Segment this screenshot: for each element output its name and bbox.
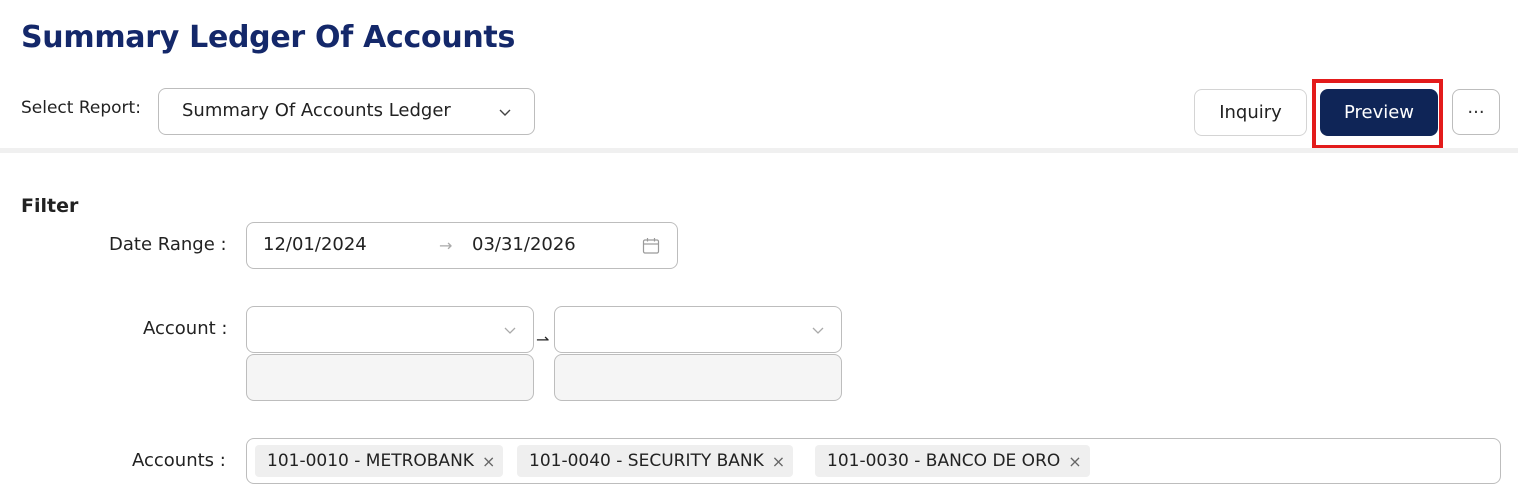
accounts-label: Accounts : xyxy=(132,450,226,471)
account-to-select[interactable] xyxy=(554,306,842,353)
chevron-down-icon xyxy=(504,327,516,334)
account-tag-label: 101-0030 - BANCO DE ORO xyxy=(827,451,1061,471)
accounts-multiselect[interactable]: 101-0010 - METROBANK × 101-0040 - SECURI… xyxy=(246,438,1501,484)
account-tag: 101-0040 - SECURITY BANK × xyxy=(517,445,794,477)
account-label: Account : xyxy=(143,318,228,339)
account-tag: 101-0030 - BANCO DE ORO × xyxy=(815,445,1090,477)
page-title: Summary Ledger Of Accounts xyxy=(21,20,516,55)
chevron-down-icon xyxy=(499,109,511,116)
select-report-label: Select Report: xyxy=(21,98,141,118)
close-icon[interactable]: × xyxy=(772,452,785,471)
filter-heading: Filter xyxy=(21,195,79,217)
account-range-arrow: ⇀ xyxy=(536,330,550,349)
preview-button[interactable]: Preview xyxy=(1320,89,1438,136)
date-range-label: Date Range : xyxy=(109,234,227,255)
date-range-arrow: → xyxy=(439,236,453,255)
account-from-description xyxy=(246,354,534,401)
account-tag-label: 101-0040 - SECURITY BANK xyxy=(529,451,764,471)
date-from-input[interactable]: 12/01/2024 xyxy=(263,234,367,255)
account-to-description xyxy=(554,354,842,401)
inquiry-button[interactable]: Inquiry xyxy=(1194,89,1307,136)
date-to-input[interactable]: 03/31/2026 xyxy=(472,234,576,255)
calendar-icon[interactable] xyxy=(642,237,660,255)
account-tag-label: 101-0010 - METROBANK xyxy=(267,451,474,471)
close-icon[interactable]: × xyxy=(1068,452,1081,471)
report-select-value: Summary Of Accounts Ledger xyxy=(182,100,451,121)
date-range-picker[interactable]: 12/01/2024 → 03/31/2026 xyxy=(246,222,678,269)
chevron-down-icon xyxy=(812,327,824,334)
section-divider xyxy=(0,148,1518,153)
close-icon[interactable]: × xyxy=(482,452,495,471)
report-select[interactable]: Summary Of Accounts Ledger xyxy=(158,88,535,135)
more-options-button[interactable]: ··· xyxy=(1452,89,1500,135)
account-tag: 101-0010 - METROBANK × xyxy=(255,445,504,477)
account-from-select[interactable] xyxy=(246,306,534,353)
